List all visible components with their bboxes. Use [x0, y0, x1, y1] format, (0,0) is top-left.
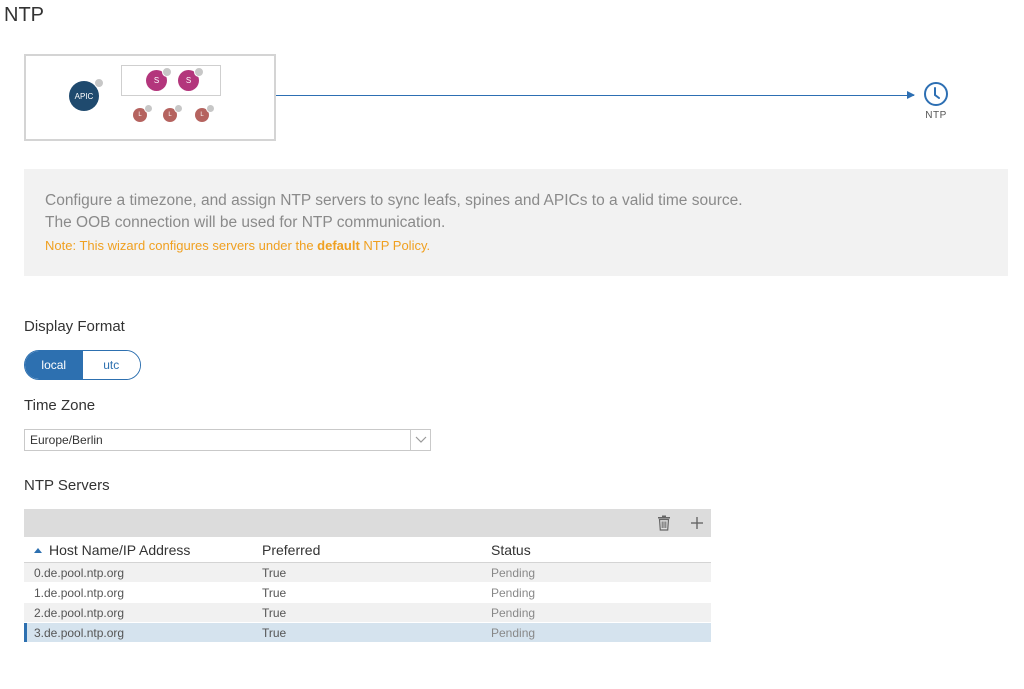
cell-preferred: True: [262, 605, 287, 620]
display-format-toggle: local utc: [24, 350, 141, 380]
cell-preferred: True: [262, 585, 287, 600]
leaf-badge: [206, 104, 215, 113]
leaf-node: L: [163, 104, 183, 122]
ntp-target-label: NTP: [925, 110, 947, 121]
column-header-host-label: Host Name/IP Address: [49, 541, 191, 558]
plus-icon[interactable]: [687, 513, 707, 533]
leaf-node-label: L: [138, 112, 142, 118]
table-row[interactable]: 0.de.pool.ntp.org True Pending: [24, 563, 711, 583]
connector-arrow-icon: [907, 91, 915, 99]
apic-badge: [94, 78, 104, 88]
info-line-2: The OOB connection will be used for NTP …: [45, 214, 446, 231]
page-title: NTP: [4, 4, 44, 26]
cell-host: 2.de.pool.ntp.org: [34, 605, 125, 620]
column-header-preferred[interactable]: Preferred: [262, 542, 491, 558]
cell-preferred: True: [262, 565, 287, 580]
spine-badge: [194, 67, 204, 77]
info-panel: Configure a timezone, and assign NTP ser…: [24, 169, 1008, 276]
table-toolbar: [24, 509, 711, 537]
leaf-node: L: [133, 104, 153, 122]
apic-node-label: APIC: [74, 91, 94, 101]
display-format-utc[interactable]: utc: [82, 351, 140, 379]
cell-host: 1.de.pool.ntp.org: [34, 585, 125, 600]
info-note-suffix: NTP Policy.: [359, 238, 431, 253]
table-row[interactable]: 1.de.pool.ntp.org True Pending: [24, 583, 711, 603]
time-zone-value: Europe/Berlin: [30, 433, 103, 447]
spine-node: S: [146, 67, 172, 91]
table-row[interactable]: 2.de.pool.ntp.org True Pending: [24, 603, 711, 623]
sort-ascending-icon: [34, 547, 42, 553]
trash-icon[interactable]: [654, 513, 674, 533]
spine-node-label: S: [185, 76, 192, 85]
cell-host: 3.de.pool.ntp.org: [34, 625, 125, 640]
clock-icon: [924, 82, 948, 106]
table-row[interactable]: 3.de.pool.ntp.org True Pending: [24, 623, 711, 643]
spine-badge: [162, 67, 172, 77]
info-note-bold: default: [317, 238, 360, 253]
table-header: Host Name/IP Address Preferred Status: [24, 537, 711, 563]
ntp-servers-label: NTP Servers: [24, 477, 110, 494]
time-zone-label: Time Zone: [24, 397, 96, 414]
leaf-node: L: [195, 104, 215, 122]
cell-host: 0.de.pool.ntp.org: [34, 565, 125, 580]
fabric-diagram: APIC S S L L L: [24, 54, 276, 141]
info-note-prefix: Note: This wizard configures servers und…: [45, 238, 318, 253]
cell-status: Pending: [491, 565, 536, 580]
leaf-node-label: L: [200, 112, 204, 118]
cell-status: Pending: [491, 605, 536, 620]
info-line-1: Configure a timezone, and assign NTP ser…: [45, 192, 743, 209]
cell-preferred: True: [262, 625, 287, 640]
leaf-badge: [144, 104, 153, 113]
column-header-status[interactable]: Status: [491, 542, 711, 558]
spine-node-label: S: [153, 76, 160, 85]
cell-status: Pending: [491, 625, 536, 640]
display-format-local[interactable]: local: [25, 351, 83, 379]
ntp-servers-table: Host Name/IP Address Preferred Status 0.…: [24, 509, 711, 643]
info-note: Note: This wizard configures servers und…: [45, 234, 987, 258]
spine-node: S: [178, 67, 204, 91]
display-format-label: Display Format: [24, 318, 125, 335]
column-header-host[interactable]: Host Name/IP Address: [24, 542, 262, 558]
leaf-node-label: L: [168, 112, 172, 118]
spine-group: S S: [121, 65, 221, 96]
cell-status: Pending: [491, 585, 536, 600]
chevron-down-icon[interactable]: [410, 430, 430, 450]
apic-node: APIC: [69, 78, 104, 111]
connector-line: [276, 95, 914, 96]
time-zone-select[interactable]: Europe/Berlin: [24, 429, 431, 451]
leaf-badge: [174, 104, 183, 113]
